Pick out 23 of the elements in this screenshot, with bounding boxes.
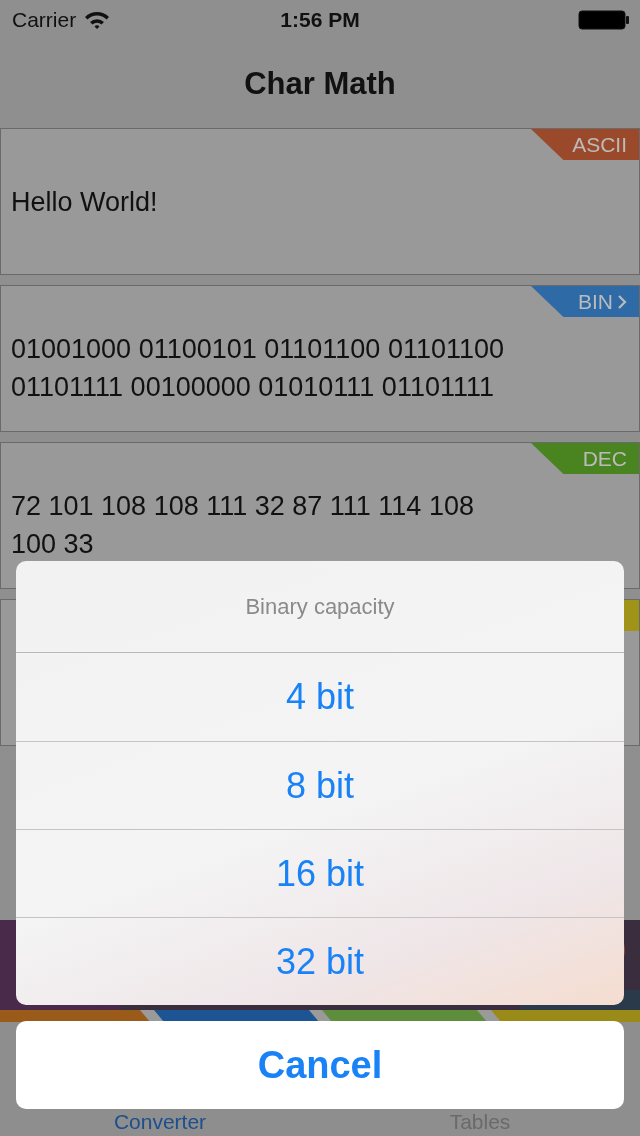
- sheet-option[interactable]: 32 bit: [16, 917, 624, 1005]
- format-tag: DEC: [531, 443, 639, 474]
- tab[interactable]: Converter: [0, 1110, 320, 1136]
- field-text: 72 101 108 108 111 32 87 111 114 108: [11, 490, 475, 523]
- sheet-option[interactable]: 4 bit: [16, 653, 624, 741]
- battery-icon: [578, 10, 630, 30]
- field-text: 01001000 01100101 01101100 01101100: [11, 333, 505, 366]
- sheet-option[interactable]: 16 bit: [16, 829, 624, 917]
- format-tag[interactable]: BIN: [531, 286, 639, 317]
- wifi-icon: [84, 10, 111, 30]
- chevron-icon: [617, 293, 627, 310]
- cancel-button[interactable]: Cancel: [16, 1021, 624, 1109]
- text-field[interactable]: ASCII Hello World!: [0, 128, 640, 275]
- carrier-label: Carrier: [12, 8, 77, 32]
- sheet-title: Binary capacity: [245, 593, 395, 620]
- sheet-option[interactable]: 8 bit: [16, 741, 624, 829]
- field-text: Hello World!: [11, 185, 159, 219]
- screen-title: Char Math: [244, 66, 396, 102]
- field-text: 100 33: [11, 528, 95, 561]
- format-tag: ASCII: [531, 129, 639, 160]
- field-text: 01101111 00100000 01010111 01101111: [11, 371, 495, 404]
- text-field[interactable]: BIN 01001000 01100101 01101100 01101100 01101111 00100000 01010111 01101111: [0, 285, 640, 432]
- clock: 1:56 PM: [280, 8, 360, 32]
